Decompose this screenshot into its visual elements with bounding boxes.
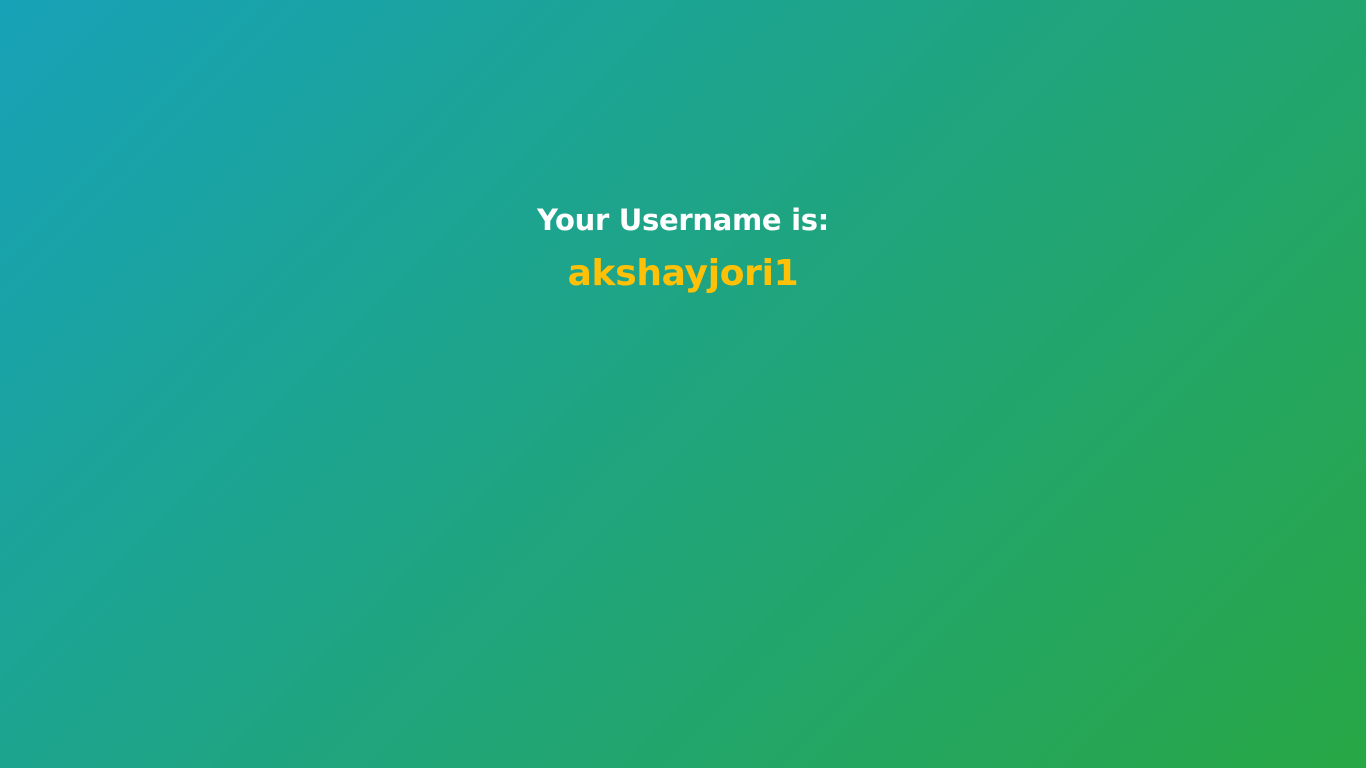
username-result-panel: Your Username is: akshayjori1: [0, 198, 1366, 300]
username-heading: Your Username is:: [537, 203, 829, 237]
username-value: akshayjori1: [567, 253, 799, 294]
page-background: Your Username is: akshayjori1: [0, 0, 1366, 768]
